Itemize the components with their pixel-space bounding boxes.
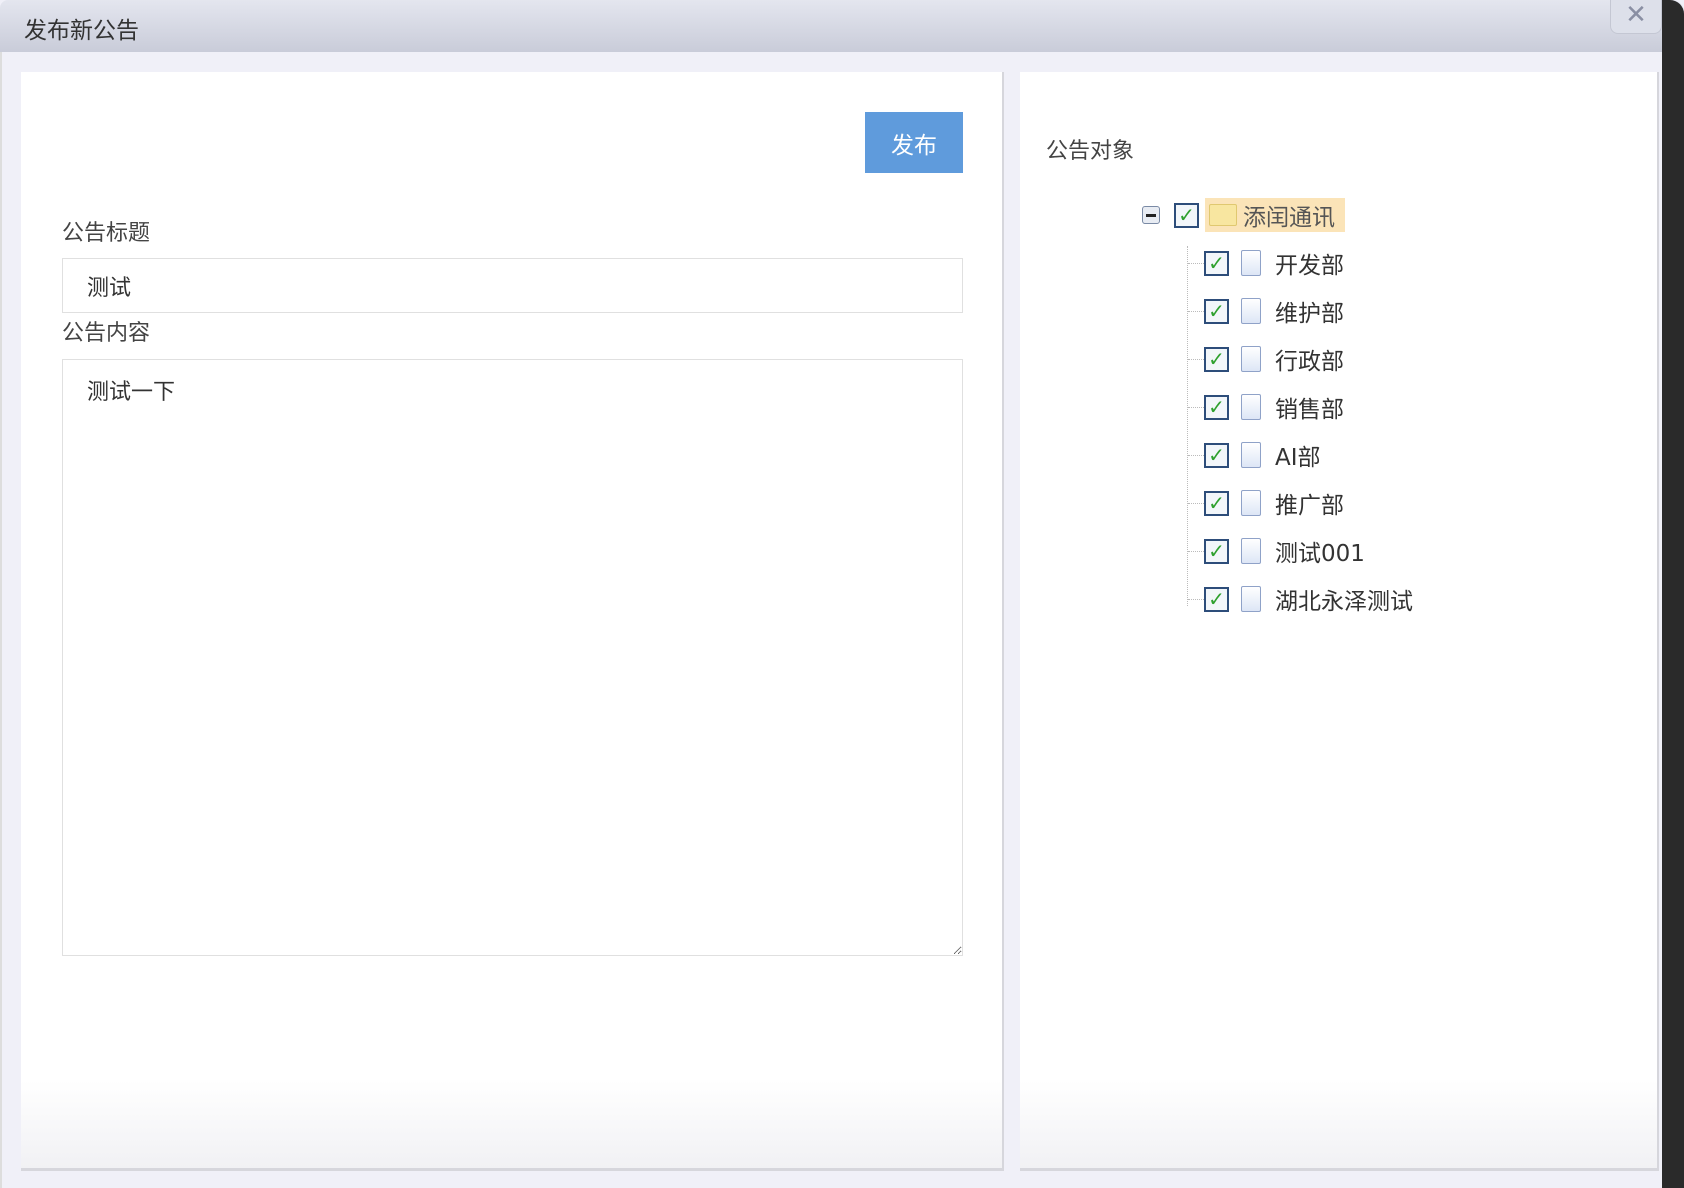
child-label: 湖北永泽测试	[1275, 589, 1413, 615]
window-edge	[1662, 0, 1684, 1188]
checkbox-child[interactable]: ✓	[1204, 298, 1229, 324]
file-icon	[1241, 250, 1261, 276]
checkbox-child[interactable]: ✓	[1204, 346, 1229, 372]
target-label: 公告对象	[1046, 139, 1135, 164]
file-icon	[1241, 490, 1261, 516]
checkbox-child[interactable]: ✓	[1204, 538, 1229, 564]
title-label: 公告标题	[62, 221, 151, 246]
child-label: 推广部	[1275, 493, 1344, 519]
tree-connector	[1188, 310, 1204, 312]
checkbox-child[interactable]: ✓	[1204, 250, 1229, 276]
dialog-title: 发布新公告	[24, 18, 139, 44]
checkbox-child[interactable]: ✓	[1204, 394, 1229, 420]
file-icon	[1241, 394, 1261, 420]
root-node-label[interactable]: 添闰通讯	[1205, 198, 1345, 232]
target-panel	[1020, 72, 1659, 1171]
checkbox-child[interactable]: ✓	[1204, 442, 1229, 468]
tree-connector	[1188, 262, 1204, 264]
file-icon	[1241, 346, 1261, 372]
checkbox-root[interactable]: ✓	[1174, 202, 1199, 228]
tree-connector	[1188, 598, 1204, 600]
checkbox-child[interactable]: ✓	[1204, 490, 1229, 516]
publish-button[interactable]: 发布	[865, 112, 963, 173]
tree-child[interactable]: ✓ 湖北永泽测试	[1188, 582, 1413, 616]
tree-connector	[1188, 502, 1204, 504]
child-label: 销售部	[1275, 397, 1344, 423]
title-bar: 发布新公告 ✕	[0, 0, 1684, 52]
checkbox-child[interactable]: ✓	[1204, 586, 1229, 612]
tree-connector	[1188, 406, 1204, 408]
close-icon[interactable]: ✕	[1610, 0, 1662, 34]
tree-child[interactable]: ✓ 推广部	[1188, 486, 1344, 520]
tree-child[interactable]: ✓ 行政部	[1188, 342, 1344, 376]
tree-child[interactable]: ✓ 开发部	[1188, 246, 1344, 280]
tree-root[interactable]: ✓ 添闰通讯	[1142, 198, 1345, 232]
collapse-icon[interactable]	[1142, 206, 1160, 224]
file-icon	[1241, 538, 1261, 564]
child-label: AI部	[1275, 445, 1321, 471]
tree-connector	[1188, 550, 1204, 552]
file-icon	[1241, 442, 1261, 468]
child-label: 行政部	[1275, 349, 1344, 375]
file-icon	[1241, 298, 1261, 324]
tree-connector	[1188, 454, 1204, 456]
tree-child[interactable]: ✓ 维护部	[1188, 294, 1344, 328]
title-input[interactable]	[62, 258, 963, 313]
tree-child[interactable]: ✓ AI部	[1188, 438, 1321, 472]
child-label: 开发部	[1275, 253, 1344, 279]
folder-icon	[1209, 204, 1237, 226]
content-label: 公告内容	[62, 321, 151, 346]
child-label: 测试001	[1275, 541, 1365, 567]
tree-connector	[1188, 358, 1204, 360]
tree-child[interactable]: ✓ 测试001	[1188, 534, 1365, 568]
tree-child[interactable]: ✓ 销售部	[1188, 390, 1344, 424]
root-text: 添闰通讯	[1243, 205, 1335, 231]
content-textarea[interactable]: 测试一下	[62, 359, 963, 956]
file-icon	[1241, 586, 1261, 612]
child-label: 维护部	[1275, 301, 1344, 327]
